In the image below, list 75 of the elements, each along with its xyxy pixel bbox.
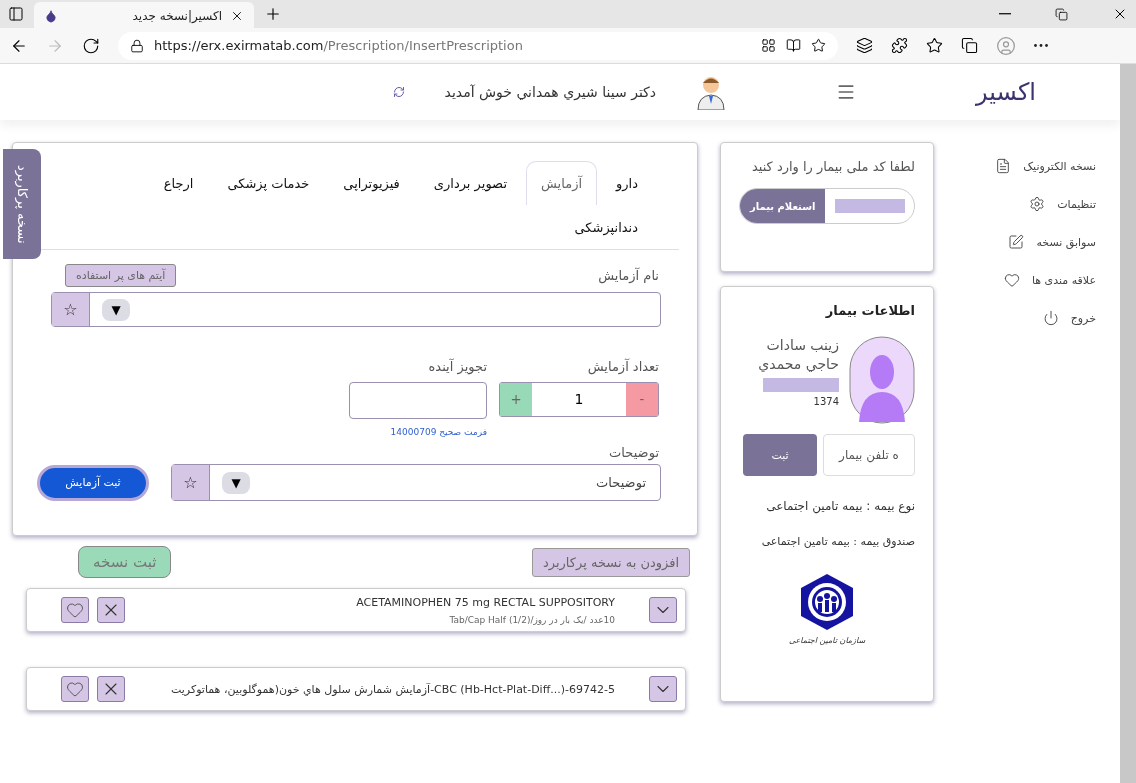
add-to-frequent-button[interactable]: افزودن به نسخه پرکاربرد (532, 547, 690, 577)
brand-name: اکسیر (976, 78, 1036, 106)
card-title: لطفا کد ملی بیمار را وارد کنید (751, 159, 915, 174)
count-value: 1 (573, 390, 585, 409)
close-icon (230, 9, 244, 23)
restore-icon (1055, 7, 1068, 21)
collections-icon (961, 37, 978, 54)
star-button[interactable]: ☆ (52, 293, 90, 326)
nav-item[interactable]: علاقه مندی ها (956, 272, 1096, 288)
save-button[interactable]: ثبت (743, 434, 817, 476)
submit-test-button[interactable]: ثبت آزمایش (37, 464, 149, 501)
minimize-icon[interactable] (999, 13, 1011, 15)
plus-button[interactable]: + (500, 383, 532, 416)
expand-button[interactable] (649, 597, 677, 623)
card-heading: اطلاعات بیمار (825, 303, 915, 318)
menu-icon[interactable] (836, 82, 856, 102)
patient-name: زینب سادات حاجي محمدي (757, 336, 839, 374)
phone-field[interactable]: ه تلفن بیمار (823, 434, 915, 476)
notes-field[interactable]: ☆ ▼ توضیحات (171, 464, 661, 501)
remove-button[interactable] (97, 676, 125, 702)
profile-icon (996, 35, 1016, 56)
birth-year: 1374 (813, 395, 839, 407)
nav-item[interactable]: تنظیمات (956, 196, 1096, 212)
reload-icon (82, 36, 100, 55)
frequent-items-button[interactable]: آیتم های پر استفاده (65, 264, 177, 287)
item-title: ACETAMINOPHEN 75 mg RECTAL SUPPOSITORY (356, 595, 615, 609)
nav-item[interactable]: سوابق نسخه (956, 234, 1096, 250)
document-icon (995, 158, 1012, 174)
browser-tab[interactable]: اکسیر|نسخه جدید (34, 2, 254, 30)
insurance-fund: صندوق بیمه : بیمه تامین اجتماعی (761, 533, 915, 550)
format-hint: فرمت صحیح 14000709 (390, 427, 487, 437)
settings-icon (1029, 196, 1046, 212)
nav-item[interactable]: نسخه الکترونیک (956, 158, 1096, 174)
heart-icon (1003, 272, 1020, 288)
drop-icon (44, 9, 58, 23)
test-name-field[interactable]: ☆ ▼ (51, 292, 661, 327)
scrollbar[interactable] (1120, 64, 1136, 783)
power-icon (1042, 310, 1059, 326)
count-stepper[interactable]: + 1 - (499, 382, 659, 417)
layers-icon (856, 37, 873, 54)
lock-icon (130, 38, 144, 53)
logo-caption: سازمان تامین اجتماعی (788, 636, 866, 646)
puzzle-icon (891, 37, 908, 54)
doctor-avatar-icon (696, 74, 726, 110)
item-detail: 10عدد /یک بار در روز/(1/2) Tab/Cap Half (449, 614, 615, 625)
side-tab[interactable]: نسخه پرکاربرد (3, 149, 41, 259)
refresh-icon[interactable] (392, 86, 405, 98)
insurance-type: نوع بیمه : بیمه تامین اجتماعی (766, 498, 915, 516)
tab[interactable]: آزمایش (526, 161, 598, 205)
notes-placeholder: توضیحات (595, 475, 647, 490)
heart-icon (66, 680, 84, 698)
more-icon[interactable] (1034, 44, 1048, 47)
welcome-text: دکتر سینا شيري همداني خوش آمدید (444, 84, 656, 100)
tab-title: اکسیر|نسخه جدید (131, 9, 222, 23)
favorites-icon (926, 37, 943, 54)
insurance-logo (798, 572, 856, 633)
expand-button[interactable] (649, 676, 677, 702)
favorite-icon (811, 38, 826, 53)
dropdown-button[interactable]: ▼ (102, 298, 130, 321)
heart-icon (66, 601, 84, 619)
field-label: تجویز آینده (428, 359, 487, 374)
field-label: تعداد آزمایش (587, 359, 659, 374)
star-button[interactable]: ☆ (172, 465, 210, 500)
grid-icon (761, 38, 776, 53)
item-title: 69742-5-(...CBC (Hb-Hct-Plat-Diff-آزمایش شمارش سلول هاي خون(هموگلوبين، هماتوکريت (171, 682, 615, 696)
address-bar[interactable]: https://erx.exirmatab.com/Prescription/InsertPrescription (118, 31, 838, 60)
remove-button[interactable] (97, 597, 125, 623)
edit-icon (1008, 234, 1025, 250)
field-label: نام آزمایش (598, 268, 659, 283)
panel-icon (8, 6, 24, 22)
field-label: توضیحات (609, 445, 659, 460)
dropdown-button[interactable]: ▼ (222, 471, 250, 494)
date-field[interactable] (349, 382, 487, 419)
new-tab-icon (264, 5, 282, 23)
nav-item[interactable]: خروج (956, 310, 1096, 326)
